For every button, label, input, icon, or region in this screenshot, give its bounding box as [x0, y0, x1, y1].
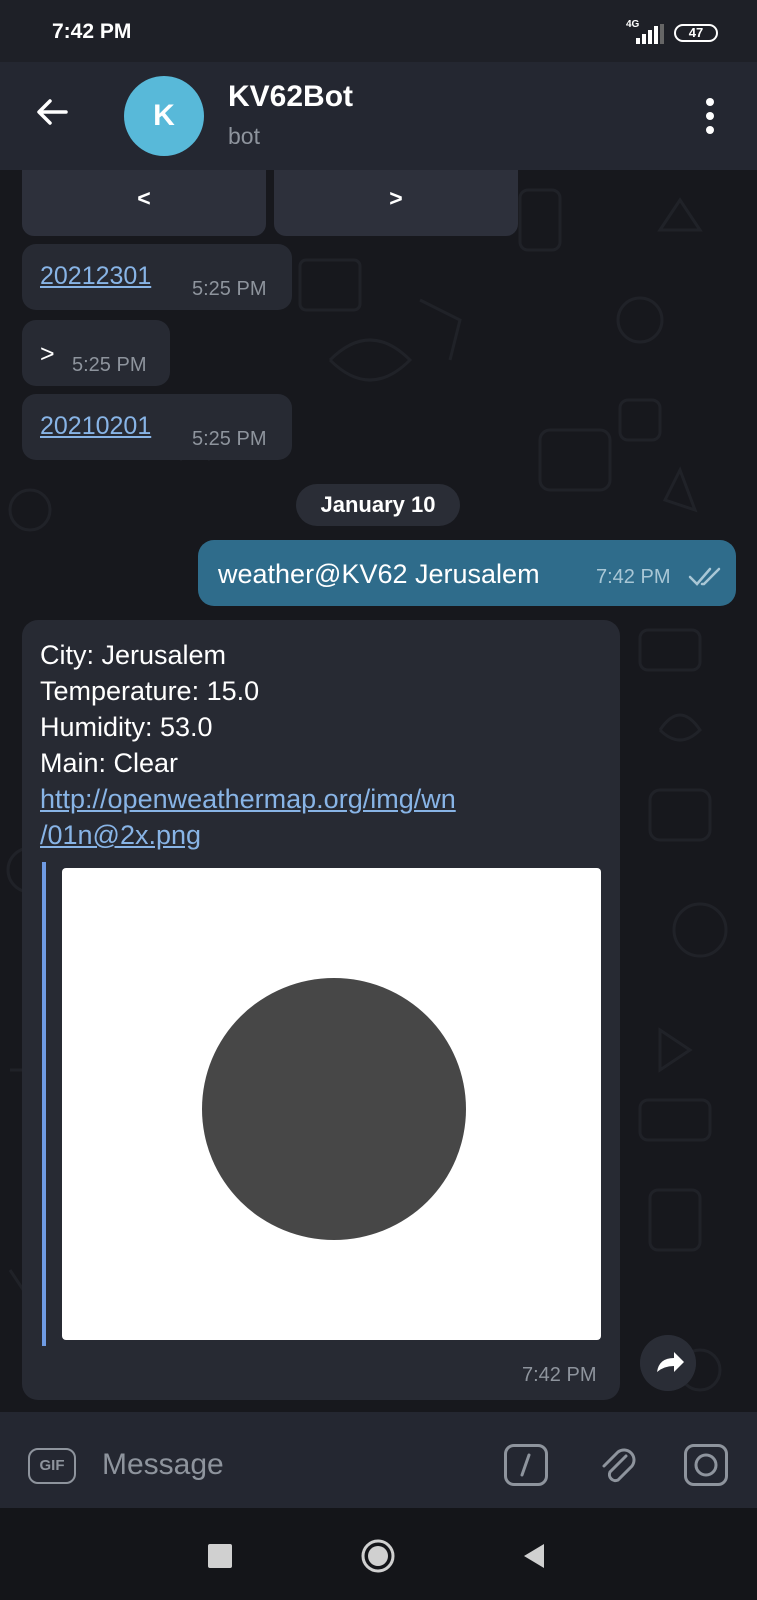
message-text: weather@KV62 Jerusalem	[218, 559, 540, 589]
weather-temperature: Temperature: 15.0	[40, 676, 260, 706]
home-icon[interactable]	[360, 1538, 396, 1574]
gif-icon[interactable]: GIF	[28, 1448, 76, 1484]
keyboard-next-button[interactable]: >	[274, 170, 518, 236]
status-time: 7:42 PM	[52, 20, 132, 43]
message-text: >	[40, 340, 55, 368]
message-bubble: 20212301 5:25 PM	[22, 244, 292, 310]
nav-back-icon[interactable]	[522, 1542, 546, 1570]
camera-icon[interactable]	[684, 1444, 728, 1486]
chat-subtitle: bot	[228, 123, 260, 149]
message-time: 7:42 PM	[596, 566, 671, 588]
message-bubble: 20210201 5:25 PM	[22, 394, 292, 460]
link-preview-image[interactable]	[62, 868, 601, 1340]
message-time: 5:25 PM	[192, 428, 267, 450]
message-input[interactable]	[100, 1440, 464, 1490]
keyboard-prev-button[interactable]: <	[22, 170, 266, 236]
message-time: 5:25 PM	[72, 354, 147, 376]
battery-icon: 47	[674, 24, 718, 42]
back-arrow-icon[interactable]	[34, 94, 70, 130]
avatar[interactable]: K	[124, 76, 204, 156]
message-time: 7:42 PM	[522, 1364, 597, 1386]
link-preview-bar	[42, 862, 46, 1346]
message-bubble: > 5:25 PM	[22, 320, 170, 386]
read-checks-icon	[688, 567, 721, 586]
share-icon[interactable]	[640, 1335, 696, 1391]
weather-city: City: Jerusalem	[40, 640, 227, 670]
chat-title[interactable]: KV62Bot	[228, 80, 353, 114]
paperclip-icon[interactable]	[596, 1442, 640, 1488]
message-link[interactable]: 20212301	[40, 262, 151, 291]
weather-link-line1[interactable]: http://openweathermap.org/img/wn	[40, 784, 456, 815]
weather-humidity: Humidity: 53.0	[40, 712, 213, 742]
message-time: 5:25 PM	[192, 278, 267, 300]
lens-icon	[694, 1453, 718, 1477]
chat-area: < > 20212301 5:25 PM > 5:25 PM 20210201 …	[0, 170, 757, 1412]
recent-apps-icon[interactable]	[208, 1544, 232, 1568]
bot-command-icon[interactable]	[504, 1444, 548, 1486]
chat-header	[0, 62, 757, 170]
status-bar: 7:42 PM 4G 47	[0, 0, 757, 62]
more-options-icon[interactable]	[694, 96, 726, 136]
weather-main: Main: Clear	[40, 748, 179, 778]
outgoing-message-bubble: weather@KV62 Jerusalem 7:42 PM	[198, 540, 736, 606]
slash-icon	[520, 1453, 531, 1477]
message-link[interactable]: 20210201	[40, 412, 151, 441]
weather-clear-night-icon	[202, 978, 466, 1240]
date-separator: January 10	[296, 484, 460, 526]
signal-icon	[636, 24, 664, 44]
weather-message-bubble: City: Jerusalem Temperature: 15.0 Humidi…	[22, 620, 620, 1400]
system-nav-bar	[0, 1508, 757, 1600]
weather-link-line2[interactable]: /01n@2x.png	[40, 820, 201, 851]
